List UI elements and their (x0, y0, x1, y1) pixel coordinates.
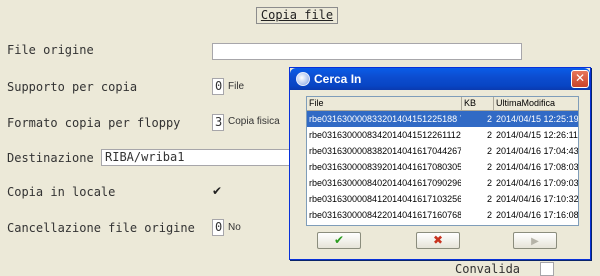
table-row[interactable]: rbe0316300008422014041617160768.txt 2 2014… (307, 207, 578, 223)
file-origine-input[interactable] (212, 43, 522, 60)
cell-kb: 2 (486, 130, 492, 140)
table-row[interactable]: rbe0316300008402014041617090296.txt 2 2014… (307, 175, 578, 191)
file-table: File KB UltimaModifica rbe03163000083320… (306, 96, 579, 226)
cancel-icon: ✖ (432, 233, 444, 247)
cancellazione-label: Cancellazione file origine (7, 221, 195, 235)
cell-kb: 2 (486, 146, 492, 156)
cell-file: rbe0316300008392014041617080305.txt (309, 162, 461, 172)
supporto-note: File (228, 81, 245, 92)
cell-date: 2014/04/16 17:10:32 (496, 194, 578, 204)
cell-date: 2014/04/15 12:25:19 (496, 114, 578, 124)
destinazione-input[interactable]: RIBA/wriba1 (101, 149, 291, 166)
cell-file: rbe0316300008402014041617090296.txt (309, 178, 461, 188)
dialog-title: Cerca In (314, 72, 362, 86)
supporto-label: Supporto per copia (7, 80, 138, 94)
cell-file: rbe0316300008412014041617103256.txt (309, 194, 461, 204)
copia-locale-checkbox[interactable]: ✔ (212, 184, 222, 198)
table-row[interactable]: rbe0316300008392014041617080305.txt 2 2014… (307, 159, 578, 175)
close-icon[interactable]: ✕ (571, 70, 589, 88)
cell-date: 2014/04/15 12:26:11 (496, 130, 578, 140)
cancel-button[interactable]: ✖ (416, 232, 460, 249)
cell-date: 2014/04/16 17:09:03 (496, 178, 578, 188)
destinazione-label: Destinazione (7, 151, 94, 165)
cell-date: 2014/04/16 17:16:08 (496, 210, 578, 220)
cell-file: rbe0316300008342014041512261112.txt (309, 130, 461, 140)
dialog-titlebar[interactable]: Cerca In ✕ (290, 68, 590, 90)
column-file[interactable]: File (307, 97, 462, 111)
cell-kb: 2 (486, 162, 492, 172)
cell-file: rbe031630000833201404151225188 7.txt (309, 114, 461, 124)
formato-input[interactable]: 3 (212, 114, 224, 131)
table-row[interactable]: rbe031630000833201404151225188 7.txt 2 201… (307, 111, 578, 127)
supporto-input[interactable]: 0 (212, 78, 224, 95)
confirm-button[interactable]: ✔ (317, 232, 361, 249)
table-row[interactable]: rbe0316300008342014041512261112.txt 2 2014… (307, 127, 578, 143)
table-body: rbe031630000833201404151225188 7.txt 2 201… (307, 111, 578, 223)
convalida-box[interactable] (540, 262, 554, 276)
copia-file-title: Copia file (256, 7, 338, 24)
column-ultima-modifica[interactable]: UltimaModifica (494, 97, 578, 111)
column-kb[interactable]: KB (462, 97, 494, 111)
next-button[interactable]: ▶ (513, 232, 557, 249)
cell-kb: 2 (486, 114, 492, 124)
cell-date: 2014/04/16 17:08:03 (496, 162, 578, 172)
check-icon: ✔ (333, 233, 345, 247)
cell-date: 2014/04/16 17:04:43 (496, 146, 578, 156)
cell-file: rbe0316300008382014041617044267.txt (309, 146, 461, 156)
cancellazione-input[interactable]: 0 (212, 219, 224, 236)
table-header: File KB UltimaModifica (307, 97, 578, 111)
table-row[interactable]: rbe0316300008412014041617103256.txt 2 2014… (307, 191, 578, 207)
formato-note: Copia fisica (228, 116, 280, 127)
dialog-app-icon (296, 72, 310, 86)
copia-locale-label: Copia in locale (7, 185, 116, 199)
table-row[interactable]: rbe0316300008382014041617044267.txt 2 2014… (307, 143, 578, 159)
cerca-in-dialog: Cerca In ✕ File KB UltimaModifica rbe031… (289, 67, 591, 260)
cell-kb: 2 (486, 178, 492, 188)
cell-kb: 2 (486, 194, 492, 204)
cell-file: rbe0316300008422014041617160768.txt (309, 210, 461, 220)
cancellazione-note: No (228, 222, 241, 233)
file-origine-label: File origine (7, 43, 94, 57)
cell-kb: 2 (486, 210, 492, 220)
formato-label: Formato copia per floppy (7, 116, 181, 130)
play-icon: ▶ (531, 236, 539, 247)
convalida-label: Convalida (455, 262, 521, 276)
